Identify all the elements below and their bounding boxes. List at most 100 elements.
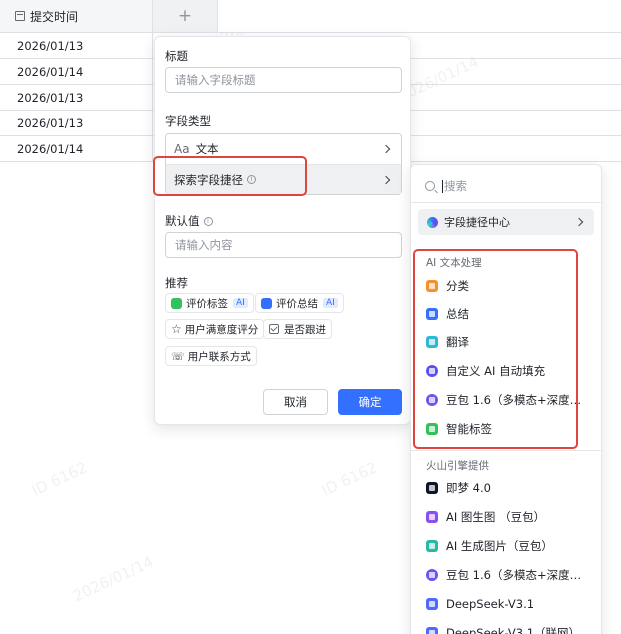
jimeng-icon [426, 482, 438, 494]
deepseek-icon [426, 627, 438, 634]
watermark: ID 6162 [28, 458, 90, 500]
chip-label: 是否跟进 [284, 323, 326, 336]
recommend-satisfaction-chip[interactable]: ☆ 用户满意度评分 [165, 319, 265, 339]
chip-label: 用户满意度评分 [184, 323, 259, 336]
menu-item-label: 分类 [446, 279, 469, 293]
menu-item-doubao-1-6[interactable]: 豆包 1.6（多模态+深度思考） [426, 389, 591, 411]
shortcut-center-icon [427, 216, 438, 228]
menu-item-label: 翻译 [446, 335, 469, 349]
summary-icon [426, 308, 438, 320]
classify-icon [426, 280, 438, 292]
cancel-button[interactable]: 取消 [263, 389, 328, 415]
menu-item-summarize[interactable]: 总结 [426, 303, 591, 325]
confirm-button[interactable]: 确定 [338, 389, 402, 415]
title-label: 标题 [165, 49, 188, 63]
recommend-eval-tag-chip[interactable]: 评价标签 AI [165, 293, 254, 313]
menu-item-smart-tag[interactable]: 智能标签 [426, 418, 591, 440]
field-config-popup: 标题 请输入字段标题 字段类型 Aa 文本 探索字段捷径 i 默认值 i 请输入内… [154, 36, 411, 425]
header-empty-area [218, 0, 621, 33]
sparkle-icon [426, 365, 438, 377]
info-icon: i [247, 175, 256, 184]
ai-badge: AI [233, 298, 248, 308]
add-column-button[interactable]: + [153, 0, 218, 33]
image-icon [426, 540, 438, 552]
field-type-label: 字段类型 [165, 114, 211, 128]
divider [411, 450, 601, 451]
chip-label: 用户联系方式 [187, 350, 251, 363]
app-root: 2026/01/14 2026/01/14 ID 6162 ID 6162 ID… [0, 0, 621, 634]
table-cell[interactable]: 2026/01/13 [0, 110, 153, 135]
recommend-label: 推荐 [165, 276, 188, 290]
translate-icon [426, 336, 438, 348]
menu-item-label: AI 图生图 （豆包） [446, 510, 546, 524]
shortcut-search-input[interactable]: 搜索 [425, 178, 467, 194]
tag-icon [426, 423, 438, 435]
chevron-right-icon [574, 217, 584, 227]
search-icon [425, 181, 435, 191]
column-header-submit-time[interactable]: 提交时间 [0, 0, 153, 33]
table-cell[interactable]: 2026/01/13 [0, 85, 153, 110]
menu-item-label: DeepSeek-V3.1 [446, 597, 535, 611]
chevron-right-icon [381, 144, 391, 154]
text-type-icon: Aa [174, 142, 190, 156]
ai-badge: AI [323, 298, 338, 308]
menu-item-translate[interactable]: 翻译 [426, 331, 591, 353]
menu-item-classify[interactable]: 分类 [426, 275, 591, 297]
doubao-icon [426, 394, 438, 406]
table-cell[interactable]: 2026/01/13 [0, 33, 153, 58]
doubao-icon [426, 569, 438, 581]
menu-item-custom-ai-autofill[interactable]: 自定义 AI 自动填充 [426, 360, 591, 382]
phone-icon: ☏ [171, 349, 185, 363]
divider [411, 202, 601, 203]
field-shortcut-menu: 搜索 字段捷径中心 AI 文本处理 分类 总结 翻译 自定义 AI 自动填充 豆… [410, 164, 602, 634]
deepseek-icon [426, 598, 438, 610]
image-icon [426, 511, 438, 523]
default-value-text: 默认值 [165, 214, 200, 228]
menu-item-label: 即梦 4.0 [446, 481, 491, 495]
field-type-text-option[interactable]: Aa 文本 [166, 134, 401, 164]
menu-item-label: 智能标签 [446, 422, 492, 436]
shortcut-center-item[interactable]: 字段捷径中心 [418, 209, 594, 235]
menu-item-label: AI 生成图片（豆包） [446, 539, 553, 553]
search-placeholder: 搜索 [444, 179, 467, 193]
text-cursor [442, 179, 443, 193]
field-type-value: 文本 [195, 142, 219, 156]
menu-item-label: 豆包 1.6（多模态+深度思考） [446, 393, 591, 407]
menu-item-jimeng[interactable]: 即梦 4.0 [426, 477, 591, 499]
menu-item-label: 自定义 AI 自动填充 [446, 364, 546, 378]
default-value-label: 默认值 i [165, 213, 213, 229]
calendar-icon [15, 11, 25, 21]
menu-item-ai-image-to-image[interactable]: AI 图生图 （豆包） [426, 506, 591, 528]
info-icon: i [203, 217, 213, 226]
table-cell[interactable]: 2026/01/14 [0, 59, 153, 84]
menu-item-ai-generate-image[interactable]: AI 生成图片（豆包） [426, 535, 591, 557]
checkbox-icon [269, 324, 279, 334]
field-title-input[interactable]: 请输入字段标题 [165, 67, 402, 93]
group-volcengine: 火山引擎提供 [426, 460, 489, 472]
table-cell[interactable]: 2026/01/14 [0, 136, 153, 161]
menu-item-label: 豆包 1.6（多模态+深度思考） [446, 568, 591, 582]
menu-item-doubao-1-6-volc[interactable]: 豆包 1.6（多模态+深度思考） [426, 564, 591, 586]
default-value-input[interactable]: 请输入内容 [165, 232, 402, 258]
shortcut-center-label: 字段捷径中心 [444, 216, 510, 229]
star-icon: ☆ [171, 322, 182, 336]
recommend-follow-up-chip[interactable]: 是否跟进 [263, 319, 332, 339]
chip-label: 评价总结 [276, 297, 318, 310]
menu-item-label: 总结 [446, 307, 469, 321]
watermark: ID 6162 [318, 458, 380, 500]
recommend-eval-summary-chip[interactable]: 评价总结 AI [255, 293, 344, 313]
menu-item-deepseek-v3-1[interactable]: DeepSeek-V3.1 [426, 593, 591, 615]
watermark: 2026/01/14 [70, 552, 157, 606]
explore-shortcuts-option[interactable]: 探索字段捷径 i [166, 164, 401, 194]
column-header-label: 提交时间 [30, 9, 79, 24]
chip-label: 评价标签 [186, 297, 228, 310]
group-ai-text: AI 文本处理 [426, 257, 482, 269]
chevron-right-icon [381, 175, 391, 184]
menu-item-label: DeepSeek-V3.1（联网） [446, 626, 581, 634]
field-type-select: Aa 文本 探索字段捷径 i [165, 133, 402, 195]
recommend-contact-chip[interactable]: ☏ 用户联系方式 [165, 346, 257, 366]
menu-item-deepseek-v3-1-web[interactable]: DeepSeek-V3.1（联网） [426, 622, 591, 634]
tag-icon [171, 297, 182, 309]
summary-icon [261, 297, 272, 309]
explore-shortcuts-label: 探索字段捷径 [174, 172, 243, 187]
